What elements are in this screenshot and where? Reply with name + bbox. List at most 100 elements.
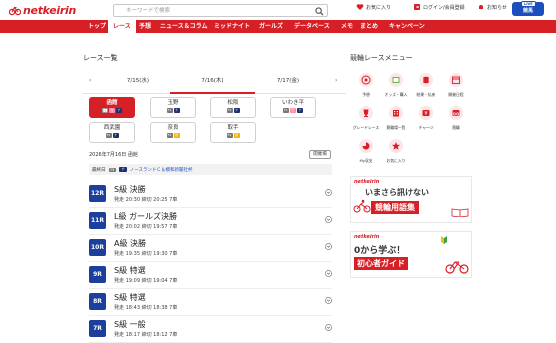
menu-label: 競輪 bbox=[452, 125, 460, 130]
grade-f1-icon: F1 bbox=[283, 108, 289, 113]
search-input[interactable] bbox=[114, 5, 309, 16]
nav-news[interactable]: ニュース＆コラム bbox=[155, 20, 213, 33]
race-list-title: レース一覧 bbox=[83, 54, 118, 62]
night-icon: ナ bbox=[116, 108, 122, 113]
date-tab-717[interactable]: 7/17(金) bbox=[263, 72, 313, 94]
favorites-label: お気に入り bbox=[366, 4, 392, 11]
chevron-down-icon[interactable] bbox=[325, 324, 332, 331]
menu-my-balance[interactable]: My収支 bbox=[352, 139, 380, 171]
favorites-link[interactable]: お気に入り bbox=[356, 3, 391, 11]
target-icon bbox=[359, 73, 373, 87]
nav-matome[interactable]: まとめ bbox=[355, 20, 383, 33]
race-row-9r[interactable]: 9R S級 特選 発走 19:09 締切 19:04 7車 bbox=[89, 264, 332, 289]
menu-favorites[interactable]: お気に入り bbox=[382, 139, 410, 171]
grade-tag: FⅡ bbox=[108, 167, 117, 172]
chevron-down-icon[interactable] bbox=[325, 216, 332, 223]
menu-odds[interactable]: オッズ・購入 bbox=[382, 73, 410, 105]
menu-velodrome-list[interactable]: 競輪場一覧 bbox=[382, 106, 410, 138]
grade-f2-icon: F2 bbox=[166, 133, 173, 138]
search-box bbox=[113, 4, 328, 17]
race-number-badge: 7R bbox=[89, 320, 106, 337]
night-icon: ナ bbox=[173, 108, 180, 113]
menu-keirin[interactable]: 競輪 bbox=[442, 106, 470, 138]
race-time: 発走 19:35 締切 19:30 7車 bbox=[114, 251, 178, 257]
menu-prediction[interactable]: 予想 bbox=[352, 73, 380, 105]
menu-schedule[interactable]: 開催日程 bbox=[442, 73, 470, 105]
menu-title: 競輪レースメニュー bbox=[350, 54, 413, 62]
night-icon: ナ bbox=[112, 133, 119, 138]
race-time: 発走 19:09 締切 19:04 7車 bbox=[114, 278, 178, 284]
venue-tamano[interactable]: 玉野 F1 ナ bbox=[150, 97, 196, 118]
venue-nara[interactable]: 奈良 F2 昼 bbox=[150, 122, 196, 143]
race-number-badge: 11R bbox=[89, 212, 106, 229]
nav-race[interactable]: レース bbox=[108, 20, 136, 33]
next-date-arrow[interactable]: › bbox=[335, 77, 337, 84]
race-row-7r[interactable]: 7R S級 一般 発走 18:17 締切 18:12 7車 bbox=[89, 318, 332, 343]
chevron-down-icon[interactable] bbox=[325, 243, 332, 250]
login-icon bbox=[414, 4, 420, 10]
login-link[interactable]: ログイン/会員登録 bbox=[413, 3, 465, 11]
calendar-icon bbox=[449, 73, 463, 87]
bicycle-icon bbox=[449, 106, 463, 120]
search-icon[interactable] bbox=[315, 7, 324, 16]
yen-icon: ¥ bbox=[419, 106, 433, 120]
grade-f1-icon: F1 bbox=[102, 108, 108, 113]
venue-matsusaka[interactable]: 松阪 F1 ナ bbox=[210, 97, 256, 118]
race-name: L級 ガールズ決勝 bbox=[114, 212, 177, 221]
race-name: S級 一般 bbox=[114, 320, 146, 329]
banner-headline: 0から学ぶ！ bbox=[354, 246, 406, 256]
race-number-badge: 9R bbox=[89, 266, 106, 283]
nav-top[interactable]: トップ bbox=[83, 20, 111, 33]
chevron-down-icon[interactable] bbox=[325, 189, 332, 196]
book-icon bbox=[451, 208, 469, 217]
bicycle-logo-icon bbox=[9, 6, 21, 15]
netkeirin-logo[interactable]: netkeirin bbox=[9, 4, 76, 17]
glossary-banner[interactable]: netkeirin いまさら訊けない 競輪用語集 bbox=[350, 176, 472, 223]
live-label: 競馬 bbox=[522, 8, 533, 14]
nav-database[interactable]: データベース bbox=[289, 20, 335, 33]
race-row-11r[interactable]: 11R L級 ガールズ決勝 発走 20:02 締切 19:57 7車 bbox=[89, 210, 332, 235]
nav-midnight[interactable]: ミッドナイト bbox=[209, 20, 255, 33]
odds-icon bbox=[389, 73, 403, 87]
grade-f1-icon: F1 bbox=[226, 108, 233, 113]
race-row-12r[interactable]: 12R S級 決勝 発走 20:30 締切 20:25 7車 bbox=[89, 183, 332, 208]
banner-logo: netkeirin bbox=[354, 234, 380, 240]
venue-hakodate[interactable]: 函館 F1 ミナ bbox=[89, 97, 135, 118]
nav-campaign[interactable]: キャンペーン bbox=[384, 20, 430, 33]
menu-label: My収支 bbox=[359, 158, 373, 163]
live-keiba-button[interactable]: LIVE 競馬 bbox=[512, 1, 544, 16]
chart-icon bbox=[359, 139, 373, 153]
nav-prediction[interactable]: 予想 bbox=[134, 20, 156, 33]
cyclist-icon bbox=[353, 199, 371, 213]
prev-date-arrow[interactable]: ‹ bbox=[89, 77, 91, 84]
date-tabs: ‹ 7/15(水) 7/16(木) 7/17(金) › bbox=[83, 72, 346, 94]
login-label: ログイン/会員登録 bbox=[423, 4, 465, 11]
chevron-down-icon[interactable] bbox=[325, 297, 332, 304]
race-row-8r[interactable]: 8R S級 特選 発走 18:43 締切 18:38 7車 bbox=[89, 291, 332, 316]
race-number-badge: 12R bbox=[89, 185, 106, 202]
midnight-icon: ミ bbox=[109, 108, 115, 113]
venue-name: いわき平 bbox=[281, 100, 304, 106]
menu-results[interactable]: 結果・払戻 bbox=[412, 73, 440, 105]
menu-grade-race[interactable]: グレードレース bbox=[352, 106, 380, 138]
date-tab-715[interactable]: 7/15(水) bbox=[113, 72, 163, 94]
series-name-link[interactable]: ノースランドＣ＆模和新聞社杯 bbox=[130, 167, 193, 173]
main-nav: トップ レース 予想 ニュース＆コラム ミッドナイト ガールズ データベース メ… bbox=[0, 20, 556, 33]
beginner-guide-banner[interactable]: netkeirin 0から学ぶ！ 初心者ガイド bbox=[350, 231, 472, 278]
series-info-row: 最終日 FⅡ ナ ノースランドＣ＆模和新聞社杯 bbox=[89, 164, 332, 175]
nav-girls[interactable]: ガールズ bbox=[254, 20, 288, 33]
venue-seibuen[interactable]: 西武園 F2 ナ bbox=[89, 122, 135, 143]
menu-label: オッズ・購入 bbox=[384, 92, 408, 97]
date-tab-716[interactable]: 7/16(木) bbox=[170, 72, 255, 94]
menu-charge[interactable]: ¥ チャージ bbox=[412, 106, 440, 138]
venue-info-button[interactable]: 開催場 bbox=[309, 150, 331, 159]
race-time: 発走 20:30 締切 20:25 7車 bbox=[114, 197, 178, 203]
venue-name: 取手 bbox=[227, 125, 239, 131]
trophy-icon bbox=[359, 106, 373, 120]
notifications-link[interactable]: お知らせ bbox=[477, 3, 507, 11]
heart-icon bbox=[356, 4, 364, 10]
venue-toride[interactable]: 取手 F2 昼 bbox=[210, 122, 256, 143]
race-row-10r[interactable]: 10R A級 決勝 発走 19:35 締切 19:30 7車 bbox=[89, 237, 332, 262]
venue-iwakitaira[interactable]: いわき平 F1 モナ bbox=[270, 97, 316, 118]
chevron-down-icon[interactable] bbox=[325, 270, 332, 277]
